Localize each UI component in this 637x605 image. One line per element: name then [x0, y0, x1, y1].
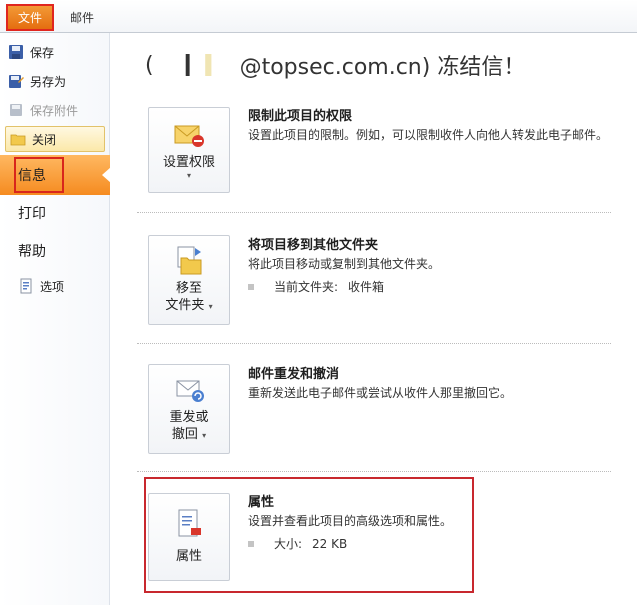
section-properties-title: 属性 — [248, 495, 275, 510]
current-folder-detail: 当前文件夹: 收件箱 — [248, 278, 384, 295]
set-permission-button[interactable]: 设置权限 ▾ — [148, 107, 230, 193]
current-folder-value: 收件箱 — [348, 280, 385, 294]
size-value: 22 KB — [312, 536, 348, 551]
move-to-folder-button[interactable]: 移至 文件夹 ▾ — [148, 235, 230, 325]
chevron-down-icon: ▾ — [186, 171, 191, 180]
size-label: 大小: — [274, 537, 303, 551]
properties-label: 属性 — [175, 549, 202, 564]
nav-help[interactable]: 帮助 — [0, 241, 110, 265]
nav-print[interactable]: 打印 — [0, 203, 110, 227]
properties-doc-icon — [173, 508, 205, 540]
title-suffix: @topsec.com.cn) 冻结信！ — [239, 55, 526, 80]
section-permission-desc: 设置此项目的限制。例如，可以限制收件人向他人转发此电子邮件。 — [248, 128, 609, 142]
close-label: 关闭 — [32, 132, 57, 147]
options-label: 选项 — [40, 279, 65, 294]
section-properties-desc: 设置并查看此项目的高级选项和属性。 — [248, 514, 453, 528]
envelope-restrict-icon — [173, 118, 205, 150]
save-icon — [8, 44, 24, 60]
save-attachments-button[interactable]: 保存附件 — [8, 99, 78, 121]
folder-label: 文件夹 — [165, 298, 205, 313]
bullet — [248, 283, 254, 290]
save-attachments-label: 保存附件 — [30, 103, 79, 118]
size-detail: 大小: 22 KB — [248, 535, 347, 552]
nav-help-label: 帮助 — [18, 244, 46, 260]
save-as-button[interactable]: 另存为 — [8, 70, 66, 92]
divider — [137, 343, 611, 344]
section-permission-title: 限制此项目的权限 — [248, 109, 353, 124]
tab-file[interactable]: 文件 — [6, 4, 54, 31]
backstage-sidebar: 保存 另存为 保存附件 关闭 信息 打印 帮助 选项 — [0, 33, 111, 605]
current-folder-label: 当前文件夹: — [274, 280, 339, 294]
options-button[interactable]: 选项 — [18, 275, 64, 297]
bullet — [248, 540, 254, 547]
section-resend-title: 邮件重发和撤消 — [248, 367, 340, 382]
chevron-down-icon: ▾ — [208, 302, 213, 311]
section-move-desc: 将此项目移动或复制到其他文件夹。 — [248, 257, 441, 271]
nav-print-label: 打印 — [18, 206, 46, 222]
move-folder-icon — [173, 244, 205, 276]
resend-mail-icon — [173, 373, 205, 405]
options-icon — [18, 278, 34, 294]
set-permission-label: 设置权限 — [162, 155, 215, 170]
redacted-name — [157, 54, 236, 76]
properties-button[interactable]: 属性 — [148, 493, 230, 581]
ribbon-tab-bar: 文件 邮件 — [0, 0, 637, 33]
resend-recall-button[interactable]: 重发或 撤回 ▾ — [148, 364, 230, 454]
save-button[interactable]: 保存 — [8, 41, 54, 63]
info-highlight-box — [14, 157, 64, 193]
page-title: ( @topsec.com.cn) 冻结信！ — [145, 49, 525, 81]
divider — [137, 471, 611, 472]
save-as-icon — [8, 73, 24, 89]
recall-label-row: 撤回 ▾ — [149, 426, 229, 444]
nav-info[interactable]: 信息 — [0, 155, 111, 195]
section-resend-desc: 重新发送此电子邮件或尝试从收件人那里撤回它。 — [248, 386, 513, 400]
chevron-down-icon: ▾ — [202, 431, 207, 440]
section-move-title: 将项目移到其他文件夹 — [248, 238, 379, 253]
close-button[interactable]: 关闭 — [5, 126, 105, 152]
move-to-label: 移至 — [175, 281, 202, 296]
title-prefix: ( — [145, 52, 154, 78]
folder-label-row: 文件夹 ▾ — [149, 297, 229, 315]
resend-label: 重发或 — [169, 410, 209, 425]
recall-label: 撤回 — [171, 427, 198, 442]
divider — [137, 212, 611, 213]
save-as-label: 另存为 — [30, 74, 67, 89]
save-label: 保存 — [30, 45, 55, 60]
tab-mail[interactable]: 邮件 — [70, 9, 94, 26]
info-main-pane: ( @topsec.com.cn) 冻结信！ 设置权限 ▾ 限制此项目的权限 设… — [111, 33, 637, 605]
folder-close-icon — [10, 131, 26, 147]
save-attachments-icon — [8, 102, 24, 118]
